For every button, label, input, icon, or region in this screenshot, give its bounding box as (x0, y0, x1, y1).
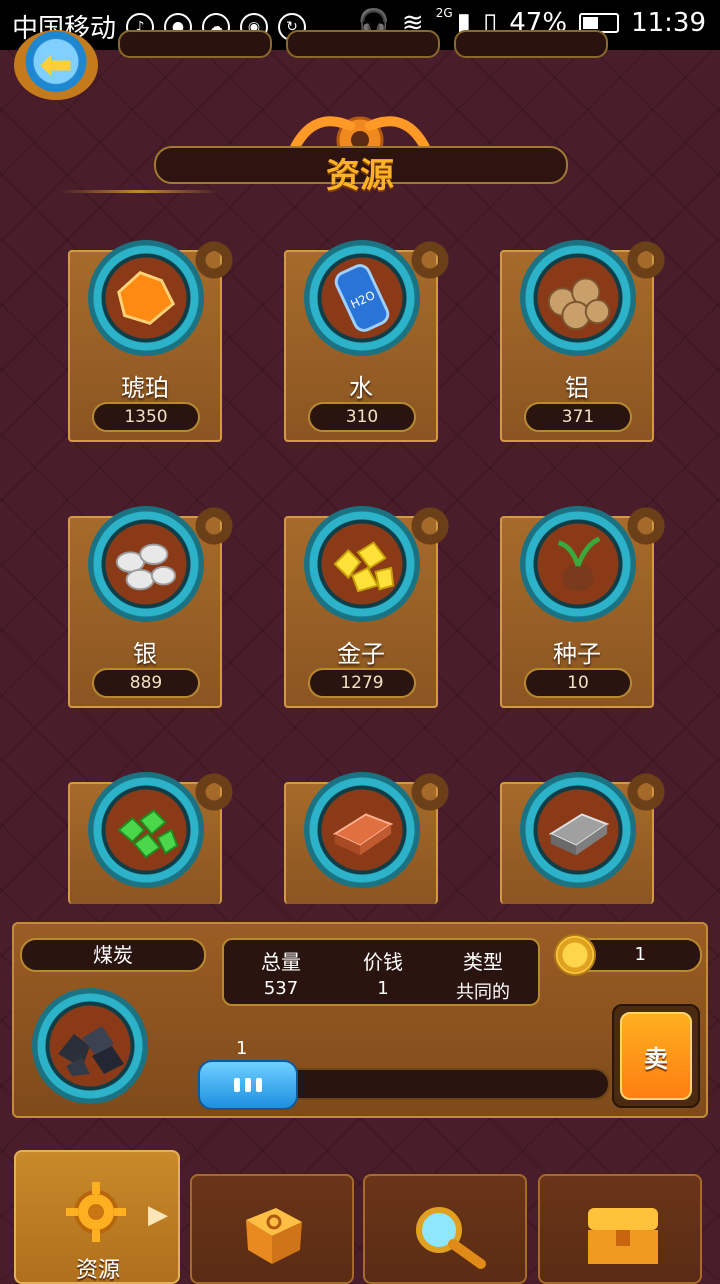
arrow-right-icon: ▶ (148, 1200, 168, 1230)
clock: 11:39 (631, 8, 706, 38)
silver-ore-icon (115, 543, 177, 591)
hud-strip-2 (286, 30, 440, 58)
slider-value: 1 (236, 1038, 248, 1059)
network-type: 2G (435, 6, 453, 20)
resource-card[interactable]: 金子 1279 (284, 504, 452, 708)
resource-medal (304, 506, 420, 622)
hud-strip-1 (118, 30, 272, 58)
resource-card[interactable]: 银 889 (68, 504, 236, 708)
resource-detail-panel: 煤炭 总量 价钱 类型 537 1 共同的 1 1 卖 (12, 922, 708, 1118)
type-label: 类型 (463, 950, 503, 974)
water-barrel-icon: H2O (334, 264, 390, 332)
resource-name: 银 (133, 640, 157, 668)
total-label: 总量 (261, 950, 301, 974)
resource-amount: 1279 (308, 668, 416, 698)
type-value: 共同的 (456, 982, 510, 1003)
quantity-slider-handle[interactable] (198, 1060, 298, 1110)
resource-name: 种子 (553, 640, 601, 668)
resource-amount: 1350 (92, 402, 200, 432)
arrow-left-icon: ⬅ (39, 42, 73, 88)
nav-tab-resources[interactable]: ▶ 资源 (14, 1150, 180, 1284)
price-value: 1 (377, 978, 389, 999)
resource-medal (520, 772, 636, 888)
title-divider (60, 190, 220, 193)
hud-strip-3 (454, 30, 608, 58)
resource-card[interactable]: 种子 10 (500, 504, 668, 708)
resource-card[interactable] (500, 770, 668, 904)
resource-medal (520, 506, 636, 622)
resource-card[interactable] (68, 770, 236, 904)
iron-ingot-icon (548, 813, 610, 856)
magnifier-icon (416, 1207, 486, 1269)
resource-name: 水 (349, 374, 373, 402)
nav-tab-dice[interactable] (190, 1174, 354, 1284)
selected-resource-name: 煤炭 (20, 938, 206, 972)
resource-medal (88, 772, 204, 888)
resource-medal (88, 240, 204, 356)
grip-bar (234, 1078, 240, 1092)
resource-amount: 10 (524, 668, 632, 698)
resource-card[interactable]: 铝 371 (500, 238, 668, 442)
dice-icon (246, 1208, 302, 1264)
resource-medal (304, 772, 420, 888)
emerald-icon (117, 809, 179, 859)
gear-icon (66, 1182, 126, 1242)
resource-medal (520, 240, 636, 356)
resource-stats: 总量 价钱 类型 537 1 共同的 (222, 938, 540, 1006)
amber-icon (117, 271, 176, 325)
copper-ingot-icon (332, 813, 394, 856)
resource-name: 金子 (337, 640, 385, 668)
resource-name: 琥珀 (121, 374, 169, 402)
back-button[interactable]: ⬅ (14, 30, 98, 100)
gold-ore-icon (333, 541, 395, 593)
nav-tab-search[interactable] (363, 1174, 527, 1284)
seed-icon (557, 536, 601, 592)
treasure-chest-icon (588, 1208, 658, 1264)
grip-bar (256, 1078, 262, 1092)
sell-button-label: 卖 (620, 1012, 692, 1100)
resource-name: 铝 (565, 374, 589, 402)
sell-button[interactable]: 卖 (612, 1004, 700, 1108)
resource-card[interactable]: H2O 水 310 (284, 238, 452, 442)
resource-medal: H2O (304, 240, 420, 356)
resource-amount: 889 (92, 668, 200, 698)
price-label: 价钱 (363, 950, 403, 974)
aluminum-ore-icon (547, 277, 611, 331)
nav-tab-chest[interactable] (538, 1174, 702, 1284)
grip-bar (245, 1078, 251, 1092)
resource-amount: 371 (524, 402, 632, 432)
resource-amount: 310 (308, 402, 416, 432)
coin-icon (554, 934, 596, 976)
coal-medal (32, 988, 148, 1104)
resource-card[interactable]: 琥珀 1350 (68, 238, 236, 442)
nav-tab-resources-label: 资源 (75, 1258, 120, 1283)
resource-medal (88, 506, 204, 622)
total-value: 537 (263, 978, 299, 999)
coal-icon (58, 1026, 124, 1076)
resource-card[interactable] (284, 770, 452, 904)
